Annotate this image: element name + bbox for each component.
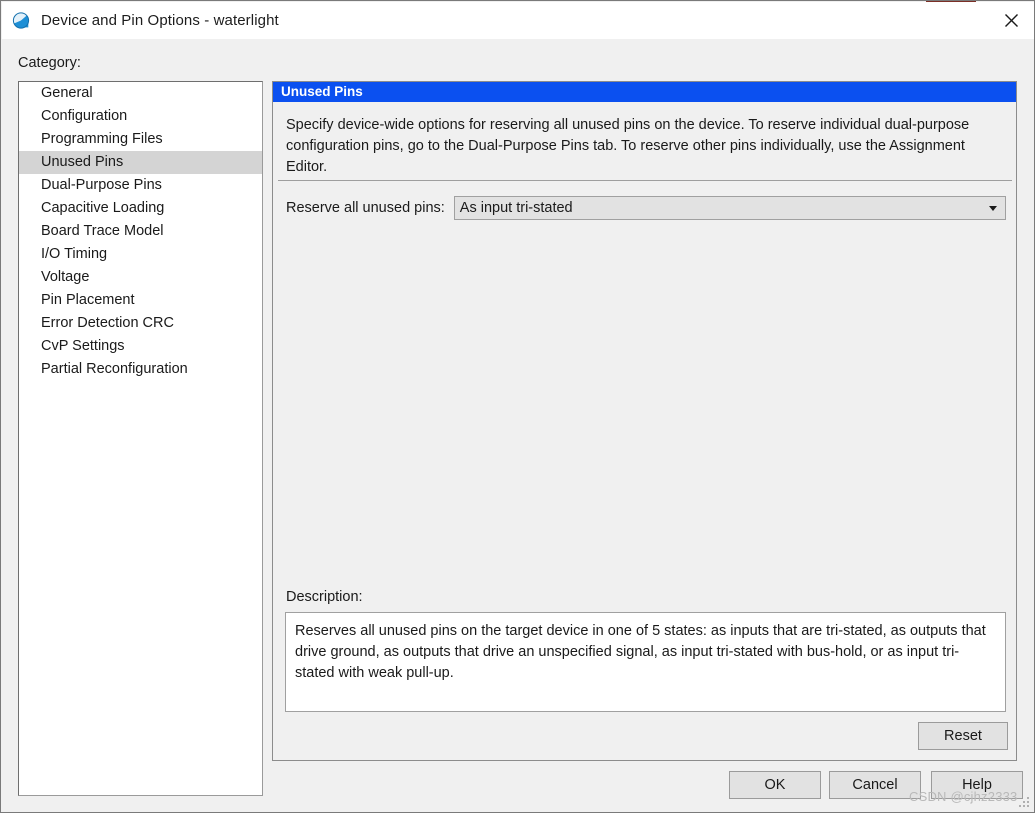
cancel-button[interactable]: Cancel bbox=[829, 771, 921, 799]
quartus-globe-icon bbox=[12, 11, 32, 31]
category-label: Category: bbox=[18, 55, 81, 71]
panel-description: Specify device-wide options for reservin… bbox=[286, 117, 970, 175]
help-button[interactable]: Help bbox=[931, 771, 1023, 799]
reserve-unused-pins-value: As input tri-stated bbox=[459, 200, 573, 216]
title-bar: Device and Pin Options - waterlight bbox=[2, 2, 1034, 39]
sidebar-item-board-trace-model[interactable]: Board Trace Model bbox=[19, 220, 262, 243]
resize-grip[interactable] bbox=[1019, 797, 1030, 808]
reserve-unused-pins-row: Reserve all unused pins: As input tri-st… bbox=[286, 196, 1006, 220]
sidebar-item-configuration[interactable]: Configuration bbox=[19, 105, 262, 128]
panel-title: Unused Pins bbox=[273, 82, 1016, 102]
sidebar-item-error-detection-crc[interactable]: Error Detection CRC bbox=[19, 312, 262, 335]
sidebar-item-partial-reconfiguration[interactable]: Partial Reconfiguration bbox=[19, 358, 262, 381]
sidebar-item-unused-pins[interactable]: Unused Pins bbox=[19, 151, 262, 174]
sidebar-item-dual-purpose-pins[interactable]: Dual-Purpose Pins bbox=[19, 174, 262, 197]
sidebar-item-pin-placement[interactable]: Pin Placement bbox=[19, 289, 262, 312]
reserve-unused-pins-dropdown[interactable]: As input tri-stated bbox=[453, 196, 1006, 220]
close-icon[interactable] bbox=[988, 2, 1034, 39]
settings-panel: Unused Pins Specify device-wide options … bbox=[272, 81, 1017, 761]
dialog-window: Device and Pin Options - waterlight Cate… bbox=[0, 0, 1035, 813]
sidebar-item-voltage[interactable]: Voltage bbox=[19, 266, 262, 289]
sidebar-item-io-timing[interactable]: I/O Timing bbox=[19, 243, 262, 266]
window-title: Device and Pin Options - waterlight bbox=[41, 12, 279, 29]
sidebar-item-programming-files[interactable]: Programming Files bbox=[19, 128, 262, 151]
description-box: Reserves all unused pins on the target d… bbox=[285, 612, 1006, 712]
panel-separator bbox=[278, 180, 1012, 181]
sidebar-item-general[interactable]: General bbox=[19, 82, 262, 105]
reset-button[interactable]: Reset bbox=[918, 722, 1008, 750]
chevron-down-icon[interactable] bbox=[982, 198, 1004, 218]
category-list[interactable]: General Configuration Programming Files … bbox=[18, 81, 263, 796]
reserve-unused-pins-label: Reserve all unused pins: bbox=[286, 200, 445, 216]
description-label: Description: bbox=[286, 589, 363, 605]
sidebar-item-capacitive-loading[interactable]: Capacitive Loading bbox=[19, 197, 262, 220]
ok-button[interactable]: OK bbox=[729, 771, 821, 799]
sidebar-item-cvp-settings[interactable]: CvP Settings bbox=[19, 335, 262, 358]
